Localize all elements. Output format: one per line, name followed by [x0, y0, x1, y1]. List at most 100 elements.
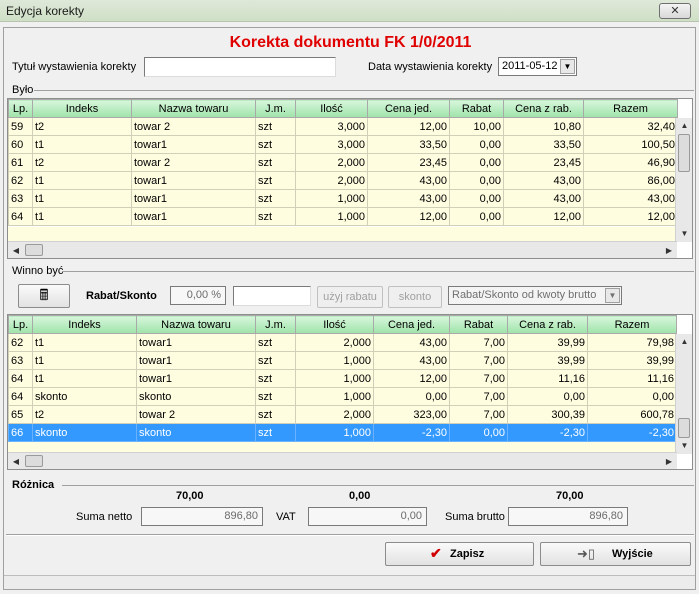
table-cell: 79,98	[587, 333, 677, 352]
apply-rabat-button[interactable]: użyj rabatu	[317, 286, 383, 308]
table-cell: 12,00	[503, 207, 584, 226]
brutto-diff: 70,00	[556, 490, 584, 502]
scroll-thumb[interactable]	[25, 244, 43, 256]
table-row[interactable]: 62 t1 towar1 szt 2,000 43,00 0,00 43,00 86,00	[8, 171, 678, 190]
table-row[interactable]: 62 t1 towar1 szt 2,000 43,00 7,00 39,99 79,98	[8, 333, 677, 352]
title-input[interactable]	[144, 57, 336, 77]
scroll-up-icon[interactable]: ▲	[676, 118, 692, 134]
scroll-thumb[interactable]	[678, 134, 690, 172]
table-cell: 12,00	[373, 369, 450, 388]
column-header[interactable]: Cena jed.	[367, 99, 450, 118]
table-cell: 61	[8, 153, 33, 172]
table-cell: 39,99	[507, 333, 588, 352]
table-row[interactable]: 63 t1 towar1 szt 1,000 43,00 0,00 43,00 43,00	[8, 189, 678, 208]
divider	[62, 485, 694, 486]
scroll-left-icon[interactable]: ◀	[8, 242, 24, 258]
section-roznica-label: Różnica	[12, 479, 55, 491]
column-header[interactable]: Rabat	[449, 315, 508, 334]
bylo-vscroll[interactable]: ▲ ▼	[675, 118, 692, 242]
table-cell: 2,000	[295, 405, 374, 424]
save-button[interactable]: ✔ Zapisz	[385, 542, 534, 566]
close-button[interactable]: ✕	[659, 3, 691, 19]
scroll-right-icon[interactable]: ▶	[661, 453, 677, 469]
column-header[interactable]: Razem	[583, 99, 678, 118]
rabat-mode-select[interactable]: Rabat/Skonto od kwoty brutto ▼	[448, 286, 622, 305]
bylo-grid[interactable]: Lp. Indeks Nazwa towaru J.m. Ilość Cena jed. R…	[7, 98, 693, 259]
winno-hscroll[interactable]: ◀ ▶	[8, 452, 677, 469]
divider	[34, 90, 694, 91]
table-row[interactable]: 64 t1 towar1 szt 1,000 12,00 7,00 11,16 11,16	[8, 369, 677, 388]
table-row[interactable]: 65 t2 towar 2 szt 2,000 323,00 7,00 300,39 600,7…	[8, 405, 677, 424]
skonto-button[interactable]: skonto	[388, 286, 442, 308]
column-header[interactable]: Nazwa towaru	[131, 99, 256, 118]
exit-button[interactable]: ➜▯ Wyjście	[540, 542, 691, 566]
table-cell: 59	[8, 117, 33, 136]
winno-grid[interactable]: Lp. Indeks Nazwa towaru J.m. Ilość Cena jed. R…	[7, 314, 693, 470]
vat-field: 0,00	[308, 507, 427, 526]
scroll-down-icon[interactable]: ▼	[676, 226, 692, 242]
table-row[interactable]: 59 t2 towar 2 szt 3,000 12,00 10,00 10,80 32,40	[8, 117, 678, 136]
table-cell: 86,00	[583, 171, 678, 190]
table-row[interactable]: 66 skonto skonto szt 1,000 -2,30 0,00 -2,30 -2,3…	[8, 423, 677, 442]
winno-vscroll[interactable]: ▲ ▼	[675, 334, 692, 454]
table-cell: 12,00	[367, 207, 450, 226]
column-header[interactable]: J.m.	[255, 315, 296, 334]
table-cell: szt	[255, 405, 296, 424]
scroll-left-icon[interactable]: ◀	[8, 453, 24, 469]
table-cell: 2,000	[295, 153, 368, 172]
column-header[interactable]: Cena z rab.	[507, 315, 588, 334]
table-cell: 43,00	[583, 189, 678, 208]
table-row[interactable]: 63 t1 towar1 szt 1,000 43,00 7,00 39,99 39,99	[8, 351, 677, 370]
column-header[interactable]: Ilość	[295, 99, 368, 118]
netto-field: 896,80	[141, 507, 263, 526]
column-header[interactable]: Ilość	[295, 315, 374, 334]
table-cell: 0,00	[373, 387, 450, 406]
table-cell: 7,00	[449, 369, 508, 388]
netto-label: Suma netto	[76, 511, 133, 523]
scroll-thumb[interactable]	[25, 455, 43, 467]
scroll-right-icon[interactable]: ▶	[661, 242, 677, 258]
column-header[interactable]: Razem	[587, 315, 677, 334]
date-picker[interactable]: 2011-05-12 ▼	[498, 57, 577, 76]
vat-diff: 0,00	[349, 490, 371, 502]
document-title: Korekta dokumentu FK 1/0/2011	[229, 34, 472, 51]
table-cell: t1	[32, 351, 137, 370]
scroll-up-icon[interactable]: ▲	[676, 334, 692, 350]
table-cell: skonto	[32, 423, 137, 442]
table-cell: 0,00	[449, 423, 508, 442]
column-header[interactable]: Indeks	[32, 99, 132, 118]
scroll-down-icon[interactable]: ▼	[676, 438, 692, 454]
column-header[interactable]: Lp.	[8, 99, 33, 118]
table-cell: towar 2	[131, 153, 256, 172]
rabat-percent-field[interactable]: 0,00 %	[170, 286, 226, 305]
column-header[interactable]: J.m.	[255, 99, 296, 118]
chevron-down-icon[interactable]: ▼	[605, 288, 620, 303]
scroll-thumb[interactable]	[678, 418, 690, 438]
table-cell: 64	[8, 207, 33, 226]
table-row[interactable]: 60 t1 towar1 szt 3,000 33,50 0,00 33,50 100,50	[8, 135, 678, 154]
table-row[interactable]: 64 t1 towar1 szt 1,000 12,00 0,00 12,00 12,00	[8, 207, 678, 226]
table-cell: towar1	[136, 369, 256, 388]
table-cell: 323,00	[373, 405, 450, 424]
table-cell: 300,39	[507, 405, 588, 424]
table-cell: 63	[8, 189, 33, 208]
column-header[interactable]: Cena z rab.	[503, 99, 584, 118]
table-cell: 12,00	[367, 117, 450, 136]
column-header[interactable]: Cena jed.	[373, 315, 450, 334]
chevron-down-icon[interactable]: ▼	[560, 59, 575, 74]
table-row[interactable]: 64 skonto skonto szt 1,000 0,00 7,00 0,00 0,00	[8, 387, 677, 406]
table-cell: 23,45	[503, 153, 584, 172]
table-cell: 23,45	[367, 153, 450, 172]
table-cell: 64	[8, 369, 33, 388]
calculator-button[interactable]: 🖩	[18, 284, 70, 308]
table-cell: t1	[32, 171, 132, 190]
section-bylo-label: Było	[12, 84, 34, 96]
rabat-value-input[interactable]	[233, 286, 311, 306]
column-header[interactable]: Indeks	[32, 315, 137, 334]
column-header[interactable]: Nazwa towaru	[136, 315, 256, 334]
table-cell: 66	[8, 423, 33, 442]
table-row[interactable]: 61 t2 towar 2 szt 2,000 23,45 0,00 23,45 46,90	[8, 153, 678, 172]
bylo-hscroll[interactable]: ◀ ▶	[8, 241, 677, 258]
column-header[interactable]: Rabat	[449, 99, 504, 118]
column-header[interactable]: Lp.	[8, 315, 33, 334]
